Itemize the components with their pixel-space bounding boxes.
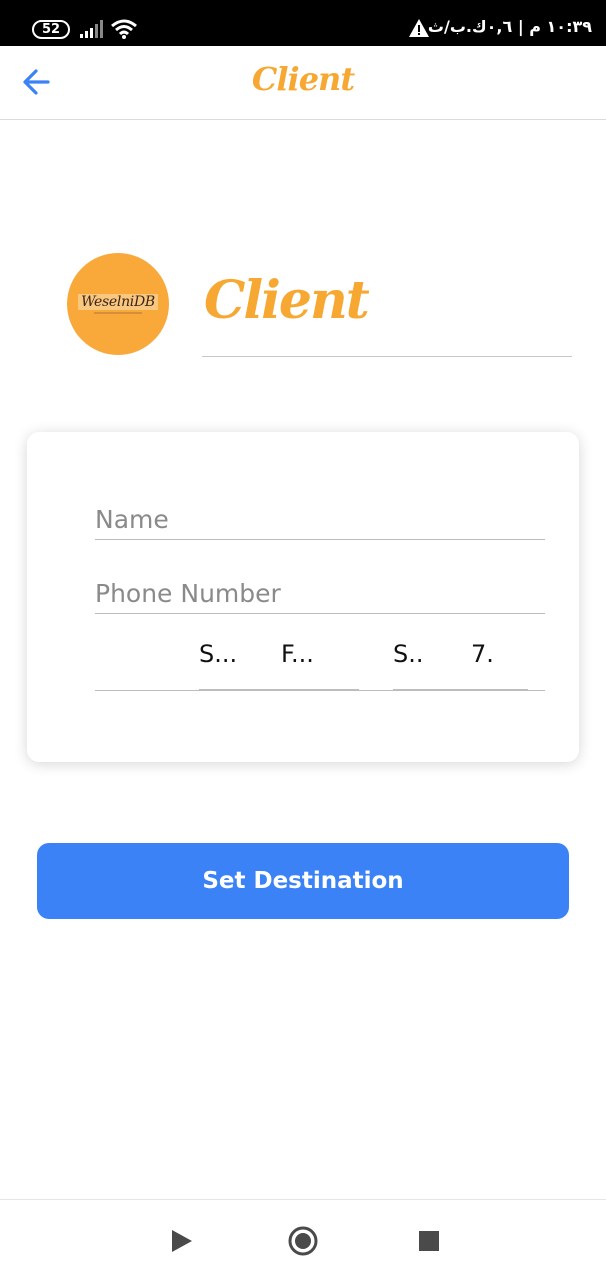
status-time: ١٠:٣٩ م | ٠,٦ك.ب/ث	[427, 17, 592, 36]
client-form-card: S... F... S.. 7.	[27, 432, 579, 762]
picker-row: S... F... S.. 7.	[95, 636, 545, 691]
phone-number-field[interactable]	[95, 574, 545, 614]
weselnidb-logo: WeselniDB	[67, 253, 169, 355]
battery-icon: 52	[32, 20, 70, 39]
navigation-bar	[0, 1199, 606, 1280]
wifi-icon	[111, 19, 137, 39]
battery-level: 52	[41, 22, 61, 37]
signal-icon	[80, 20, 103, 38]
logo-divider	[94, 312, 142, 314]
picker-b-part2: 7.	[471, 640, 494, 668]
heading-underline	[202, 356, 572, 357]
picker-a-part2: F...	[281, 640, 314, 668]
status-bar: 52 ١٠:٣٩ م | ٠,٦ك.ب/ث	[0, 0, 606, 46]
play-back-icon[interactable]	[166, 1226, 196, 1256]
home-circle-icon[interactable]	[288, 1226, 318, 1256]
logo-text: WeselniDB	[78, 294, 158, 310]
recent-apps-icon[interactable]	[414, 1226, 444, 1256]
app-bar: Client	[0, 46, 606, 120]
client-heading: Client	[204, 270, 370, 331]
warning-icon	[409, 19, 429, 37]
name-field[interactable]	[95, 500, 545, 540]
picker-a[interactable]: S... F...	[199, 636, 359, 690]
picker-b[interactable]: S.. 7.	[393, 636, 528, 690]
picker-b-part1: S..	[393, 640, 424, 668]
picker-a-part1: S...	[199, 640, 238, 668]
set-destination-button[interactable]: Set Destination	[37, 843, 569, 919]
app-title: Client	[251, 60, 355, 98]
